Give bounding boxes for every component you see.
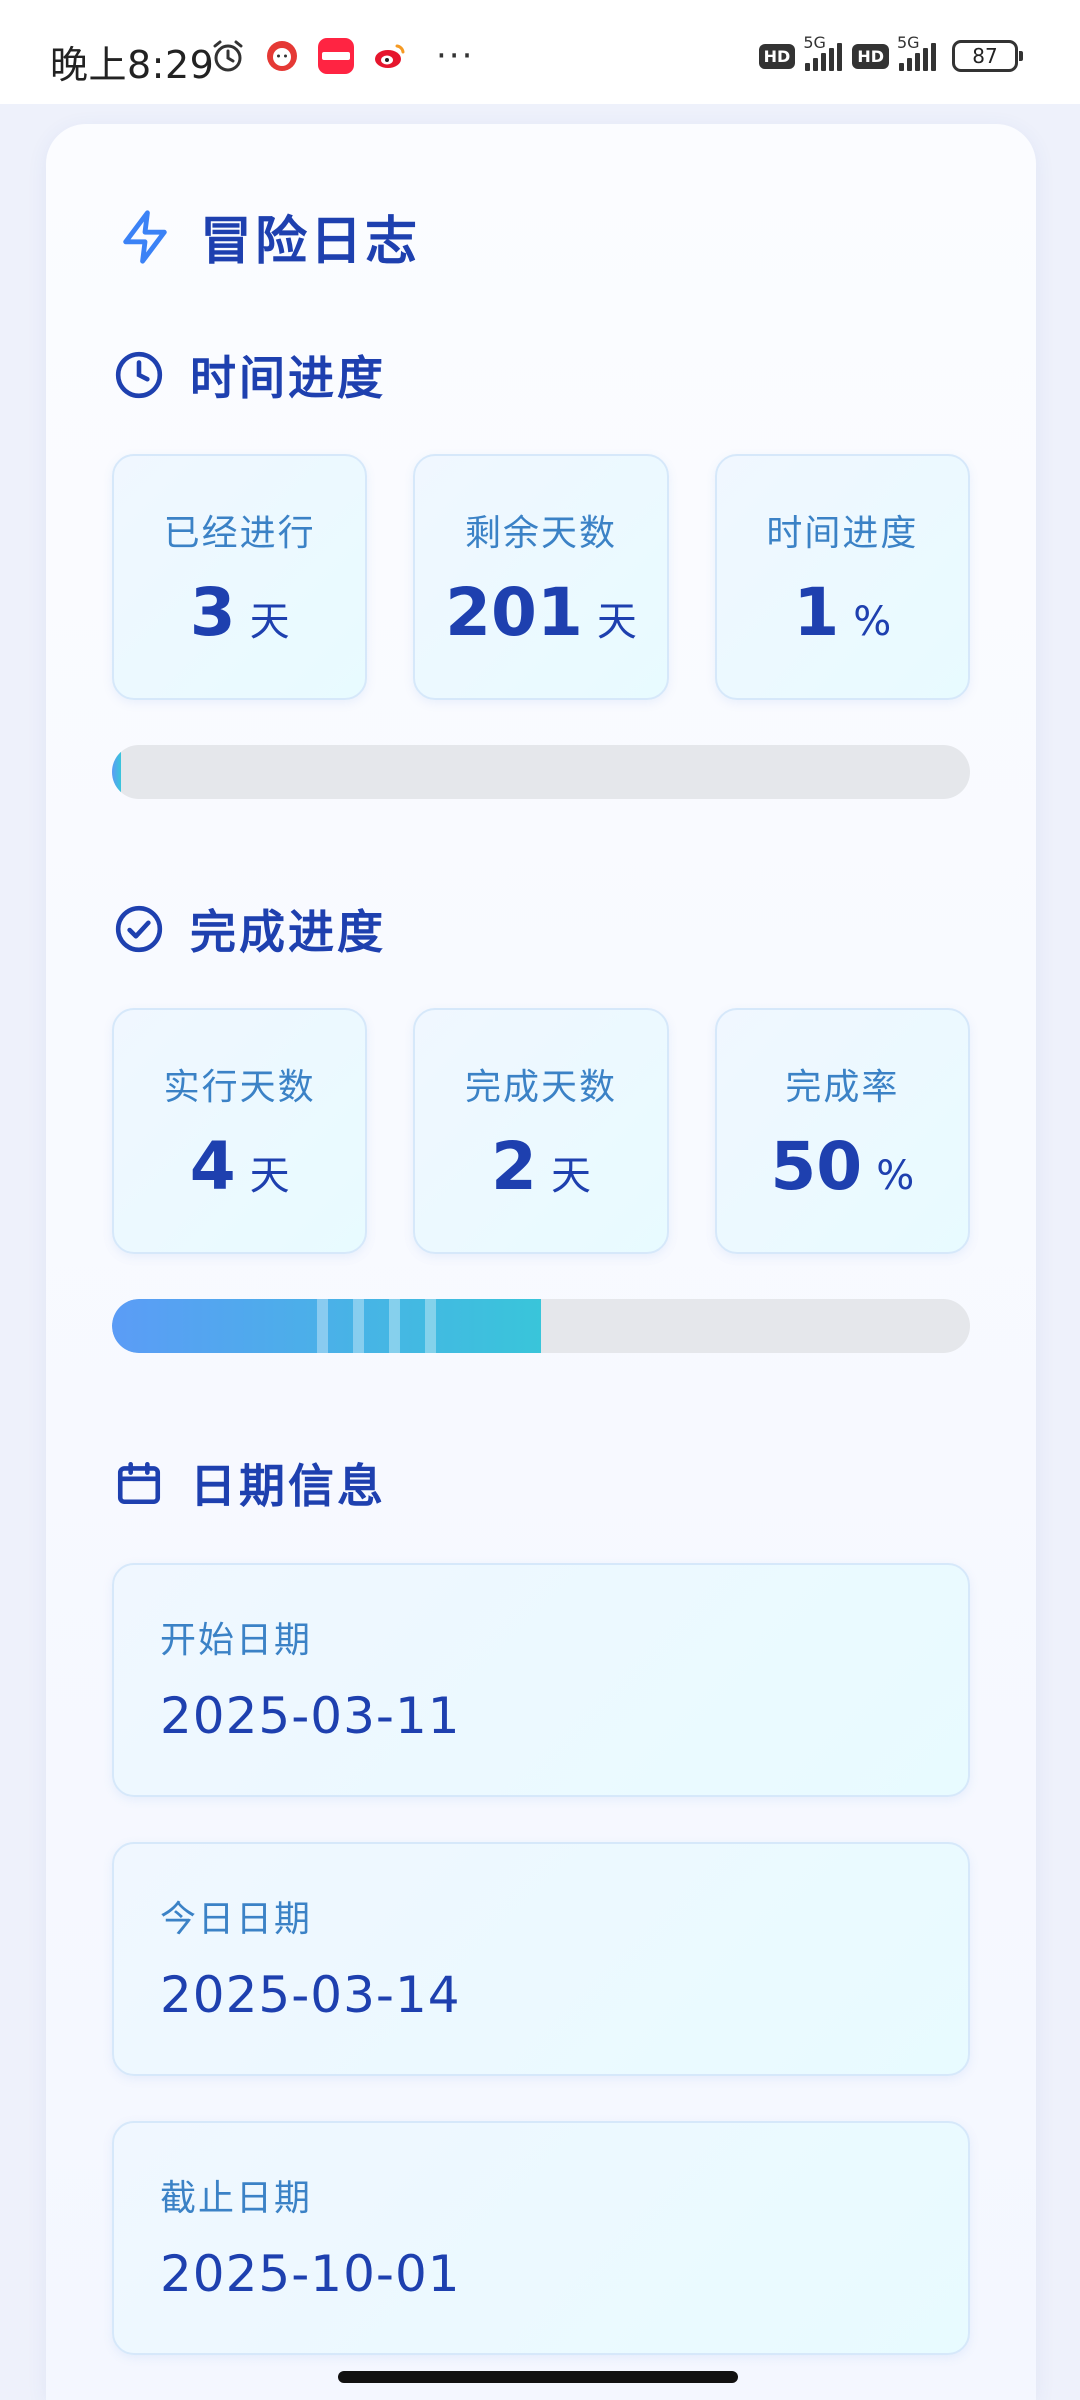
check-circle-icon <box>115 905 163 953</box>
stat-label: 时间进度 <box>766 512 919 554</box>
notification-icons: ··· <box>210 38 474 74</box>
network-type: 5G <box>803 33 826 52</box>
stat-value: 1 <box>793 573 840 651</box>
stat-value: 2 <box>491 1127 537 1205</box>
date-value: 2025-03-14 <box>160 1966 461 2024</box>
alarm-icon <box>213 40 243 72</box>
hd-badge: HD <box>852 43 889 69</box>
stat-unit: 天 <box>550 1152 591 1199</box>
stat-label: 剩余天数 <box>464 512 617 554</box>
adventure-log-card: 冒险日志 时间进度 已经进行 3 天 剩余天数 201 天 时间进度 1 % 完… <box>46 124 1036 2400</box>
date-value: 2025-03-11 <box>160 1687 461 1745</box>
weibo-icon <box>372 38 408 74</box>
stat-unit: 天 <box>249 1152 290 1199</box>
date-value: 2025-10-01 <box>160 2245 461 2303</box>
stat-label: 完成天数 <box>464 1066 617 1108</box>
completion-progress-header: 完成进度 <box>114 896 386 962</box>
stat-value: 201 <box>445 573 583 651</box>
stat-unit: % <box>876 1152 915 1199</box>
stat-label: 已经进行 <box>163 512 316 554</box>
stat-card-elapsed-days: 已经进行 3 天 <box>112 454 368 700</box>
calendar-icon <box>117 1461 161 1505</box>
xiaohongshu-icon <box>318 38 354 74</box>
date-label: 截止日期 <box>160 2178 313 2219</box>
home-indicator[interactable] <box>338 2371 738 2383</box>
stat-card-active-days: 实行天数 4 天 <box>112 1008 368 1254</box>
signal-icon: 5G <box>803 33 843 71</box>
page-title: 冒险日志 <box>200 212 421 272</box>
network-type: 5G <box>897 33 920 52</box>
stat-unit: 天 <box>596 598 637 645</box>
clock-icon <box>115 351 163 399</box>
more-notifications: ··· <box>436 36 475 76</box>
start-date-card: 开始日期 2025-03-11 <box>112 1563 970 1797</box>
time-stats-row: 已经进行 3 天 剩余天数 201 天 时间进度 1 % <box>112 454 970 700</box>
status-time: 晚上8:29 <box>50 43 215 87</box>
stat-value: 50 <box>770 1127 863 1205</box>
stat-label: 实行天数 <box>163 1066 316 1108</box>
time-progress-fill <box>112 745 121 799</box>
time-progress-header: 时间进度 <box>114 342 386 408</box>
date-info-header: 日期信息 <box>114 1450 386 1516</box>
system-icons: HD 5G HD 5G 87 <box>758 33 1023 72</box>
battery-icon: 87 <box>952 40 1023 72</box>
today-date-card: 今日日期 2025-03-14 <box>112 1842 970 2076</box>
deadline-date-card: 截止日期 2025-10-01 <box>112 2121 970 2355</box>
completion-progress-bar <box>112 1299 970 1353</box>
battery-level: 87 <box>972 44 998 68</box>
stat-card-completed-days: 完成天数 2 天 <box>413 1008 669 1254</box>
section-title: 日期信息 <box>190 1459 386 1513</box>
stat-card-time-percent: 时间进度 1 % <box>714 454 970 700</box>
time-progress-bar <box>112 745 970 799</box>
section-title: 完成进度 <box>190 905 386 959</box>
stat-value: 3 <box>189 573 236 651</box>
progress-stripes <box>317 1299 436 1353</box>
stat-value: 4 <box>189 1127 236 1205</box>
date-label: 今日日期 <box>160 1899 313 1940</box>
lightning-icon <box>123 209 167 264</box>
stat-card-remaining-days: 剩余天数 201 天 <box>413 454 669 700</box>
page-header: 冒险日志 <box>116 199 420 274</box>
stat-label: 完成率 <box>785 1066 900 1108</box>
hd-badge: HD <box>758 43 796 69</box>
status-bar: 晚上8:29 ··· HD 5G HD 5G 87 <box>0 0 1080 104</box>
date-label: 开始日期 <box>160 1620 313 1661</box>
completion-progress-fill <box>112 1299 541 1353</box>
stat-card-completion-rate: 完成率 50 % <box>714 1008 970 1254</box>
signal-icon: 5G <box>897 33 936 71</box>
completion-stats-row: 实行天数 4 天 完成天数 2 天 完成率 50 % <box>112 1008 970 1254</box>
redbook-icon <box>264 38 300 74</box>
stat-unit: % <box>853 598 892 645</box>
section-title: 时间进度 <box>190 351 386 405</box>
stat-unit: 天 <box>249 598 290 645</box>
